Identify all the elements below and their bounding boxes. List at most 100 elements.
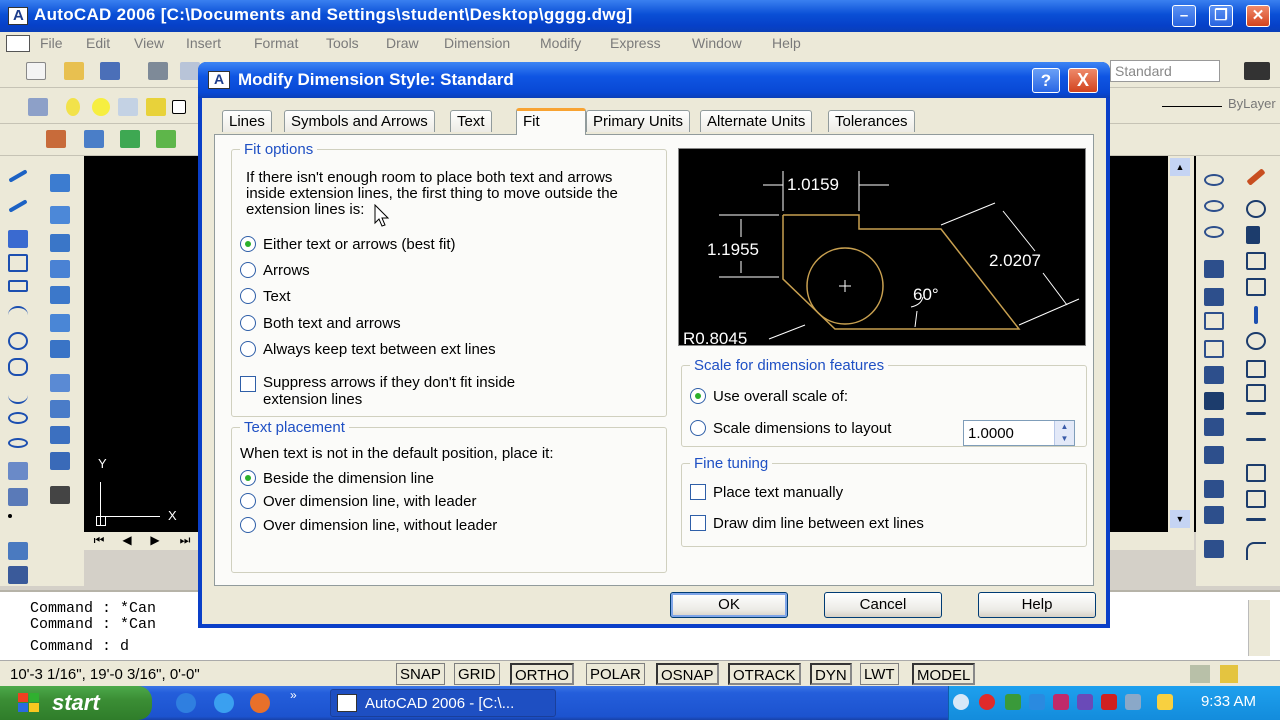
menu-dimension[interactable]: Dimension xyxy=(444,35,510,51)
checkbox-box[interactable] xyxy=(690,515,706,531)
radio-indicator[interactable] xyxy=(240,262,256,278)
draw-dim-line-checkbox[interactable]: Draw dim line between ext lines xyxy=(690,515,924,532)
checkbox-box[interactable] xyxy=(690,484,706,500)
freeze-icon[interactable] xyxy=(118,98,138,116)
tab-fit[interactable]: Fit xyxy=(516,108,586,135)
trim-icon[interactable] xyxy=(1246,412,1266,415)
radio-indicator[interactable] xyxy=(240,493,256,509)
quicklaunch-desktop-icon[interactable] xyxy=(176,693,196,713)
continuous-orbit-icon[interactable] xyxy=(1204,200,1224,212)
spinner-up-arrow-icon[interactable]: ▲ xyxy=(1055,421,1074,433)
make-block-icon[interactable] xyxy=(8,488,28,506)
place-text-manually-checkbox[interactable]: Place text manually xyxy=(690,484,843,501)
ok-button[interactable]: OK xyxy=(670,592,788,618)
menu-view[interactable]: View xyxy=(134,35,164,51)
torus-icon[interactable] xyxy=(50,314,70,332)
cylinder-icon[interactable] xyxy=(50,286,70,304)
ortho-toggle[interactable]: ORTHO xyxy=(510,663,574,685)
sun-icon[interactable] xyxy=(92,98,110,116)
wedge-icon[interactable] xyxy=(50,206,70,224)
otrack-toggle[interactable]: OTRACK xyxy=(728,663,801,685)
ucs-origin-icon[interactable] xyxy=(1204,288,1224,306)
tab-text[interactable]: Text xyxy=(450,110,492,132)
menu-modify[interactable]: Modify xyxy=(540,35,581,51)
communication-center-icon[interactable] xyxy=(1190,665,1210,683)
polygon-icon[interactable] xyxy=(8,254,28,272)
radio-indicator[interactable] xyxy=(240,517,256,533)
menu-edit[interactable]: Edit xyxy=(86,35,110,51)
dyn-toggle[interactable]: DYN xyxy=(810,663,852,685)
quicklaunch-ie-icon[interactable] xyxy=(214,693,234,713)
arc-icon[interactable] xyxy=(8,306,28,324)
mirror-icon[interactable] xyxy=(1246,226,1260,244)
zoom-icon[interactable] xyxy=(84,130,104,148)
model-toggle[interactable]: MODEL xyxy=(912,663,976,685)
gradient-icon[interactable] xyxy=(8,566,28,584)
dialog-help-button[interactable]: ? xyxy=(1032,68,1060,93)
overall-scale-value[interactable]: 1.0000 xyxy=(968,425,1014,442)
erase-icon[interactable] xyxy=(1246,168,1266,186)
minimize-button[interactable]: – xyxy=(1172,5,1196,27)
line-tool-icon[interactable] xyxy=(8,169,28,183)
revolve-icon[interactable] xyxy=(50,374,70,392)
command-scrollbar[interactable] xyxy=(1248,600,1270,656)
scale-icon[interactable] xyxy=(1246,360,1266,378)
landscape-icon[interactable] xyxy=(1204,506,1224,524)
radio-indicator[interactable] xyxy=(240,315,256,331)
scroll-down-button[interactable]: ▼ xyxy=(1170,510,1190,528)
chamfer-icon[interactable] xyxy=(1246,518,1266,521)
radio-scale-to-layout[interactable]: Scale dimensions to layout xyxy=(690,420,891,437)
menu-tools[interactable]: Tools xyxy=(326,35,359,51)
slice-icon[interactable] xyxy=(50,400,70,418)
radio-indicator[interactable] xyxy=(240,341,256,357)
suppress-arrows-checkbox[interactable]: Suppress arrows if they don't fit inside… xyxy=(240,374,570,408)
taskbar-autocad-item[interactable]: AutoCAD 2006 - [C:\... xyxy=(330,689,556,717)
scroll-up-button[interactable]: ▲ xyxy=(1170,158,1190,176)
rectangle-icon[interactable] xyxy=(8,280,28,292)
rotate-icon[interactable] xyxy=(1246,332,1266,350)
radio-indicator[interactable] xyxy=(690,420,706,436)
polar-toggle[interactable]: POLAR xyxy=(586,663,645,685)
shade-icon[interactable] xyxy=(1204,366,1224,384)
tray-volume-icon[interactable] xyxy=(1125,694,1141,710)
radio-indicator[interactable] xyxy=(240,236,256,252)
solid-box-icon[interactable] xyxy=(50,174,70,192)
circle-icon[interactable] xyxy=(8,332,28,350)
toolbar-lock-icon[interactable] xyxy=(1220,665,1238,683)
document-icon[interactable] xyxy=(6,35,30,52)
tray-antivirus-icon[interactable] xyxy=(979,694,995,710)
radio-use-overall-scale[interactable]: Use overall scale of: xyxy=(690,388,848,405)
view-box-icon[interactable] xyxy=(1204,312,1224,330)
radio-indicator[interactable] xyxy=(240,470,256,486)
copy-icon[interactable] xyxy=(1246,200,1266,218)
join-icon[interactable] xyxy=(1246,490,1266,508)
new-file-icon[interactable] xyxy=(26,62,46,80)
overall-scale-spinner[interactable]: 1.0000 ▲ ▼ xyxy=(963,420,1075,446)
radio-over-with-leader[interactable]: Over dimension line, with leader xyxy=(240,493,476,510)
autocad-app-icon[interactable] xyxy=(8,7,28,25)
polyline-icon[interactable] xyxy=(8,230,28,248)
extend-icon[interactable] xyxy=(1246,438,1266,441)
tab-symbols-and-arrows[interactable]: Symbols and Arrows xyxy=(284,110,435,132)
open-folder-icon[interactable] xyxy=(64,62,84,80)
vertical-scrollbar[interactable]: ▲ ▼ xyxy=(1168,156,1194,532)
fog-icon[interactable] xyxy=(1204,540,1224,558)
first-layout-button[interactable]: ⏮ xyxy=(88,533,110,548)
lock-icon[interactable] xyxy=(146,98,166,116)
dialog-close-button[interactable]: X xyxy=(1068,68,1098,93)
menu-draw[interactable]: Draw xyxy=(386,35,419,51)
ellipse-icon[interactable] xyxy=(8,412,28,424)
color-swatch-icon[interactable] xyxy=(172,100,186,114)
menu-insert[interactable]: Insert xyxy=(186,35,221,51)
maximize-button[interactable]: ❐ xyxy=(1209,5,1233,27)
dimstyle-combo[interactable]: Standard xyxy=(1110,60,1220,82)
tray-collapse-icon[interactable] xyxy=(953,694,969,710)
quicklaunch-firefox-icon[interactable] xyxy=(250,693,270,713)
hatch-icon[interactable] xyxy=(8,542,28,560)
break-icon[interactable] xyxy=(1246,464,1266,482)
tab-tolerances[interactable]: Tolerances xyxy=(828,110,915,132)
lightbulb-icon[interactable] xyxy=(66,98,80,116)
grid-toggle[interactable]: GRID xyxy=(454,663,500,685)
setup-drawing-icon[interactable] xyxy=(50,486,70,504)
lwt-toggle[interactable]: LWT xyxy=(860,663,899,685)
